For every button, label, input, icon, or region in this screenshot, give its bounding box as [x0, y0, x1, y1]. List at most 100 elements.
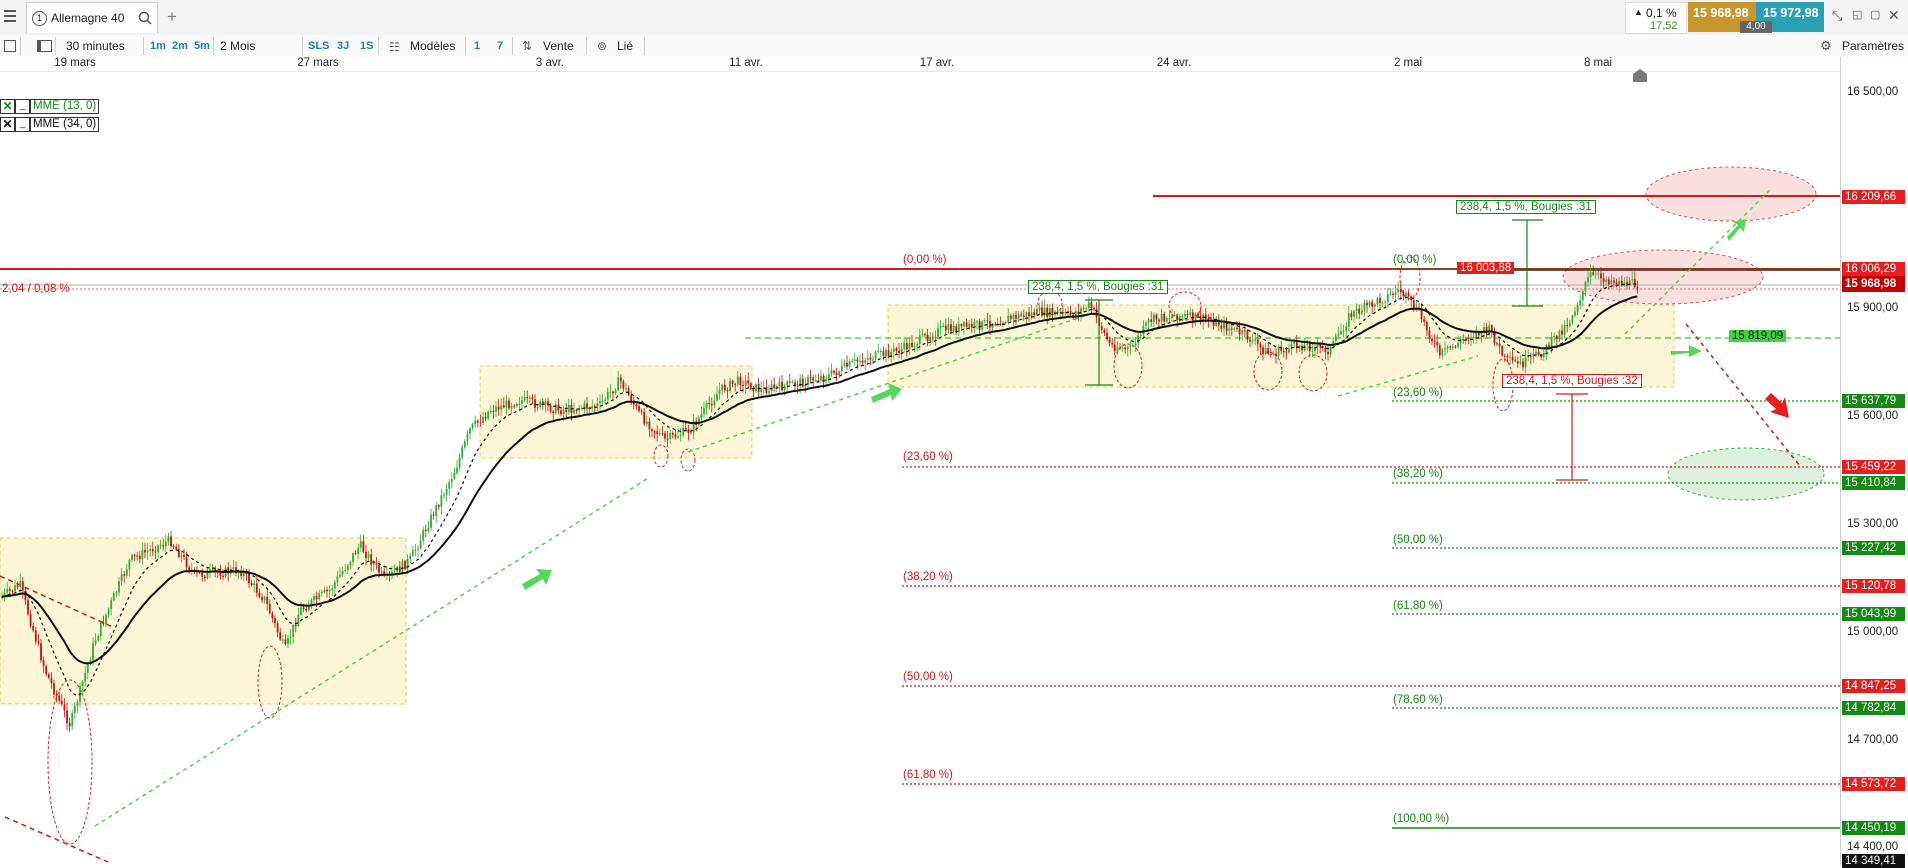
price-axis-label: 16 500,00 — [1847, 86, 1899, 98]
settings-button[interactable]: Paramètres — [1842, 35, 1904, 57]
candle-body — [820, 376, 822, 381]
candle-body — [281, 639, 284, 641]
candle-body — [172, 546, 175, 548]
candle-body — [435, 505, 438, 516]
candle-body — [50, 677, 53, 684]
candle-body — [664, 433, 666, 439]
candle-body — [1106, 332, 1108, 340]
close-icon[interactable]: ✕ — [0, 99, 15, 114]
candle-body — [1150, 319, 1153, 322]
candle-body — [422, 529, 425, 541]
candle-body — [1132, 344, 1134, 346]
candle-body — [872, 359, 874, 361]
candle-body — [911, 342, 913, 347]
candle-body — [1046, 307, 1049, 318]
candle-body — [162, 545, 165, 547]
candle-body — [593, 406, 596, 408]
candle-body — [721, 384, 724, 391]
candle-body — [700, 414, 703, 418]
candle-body — [157, 545, 159, 553]
candle-body — [1384, 301, 1387, 303]
price-tag: 16 006,29 — [1842, 262, 1905, 276]
candle-body — [978, 321, 981, 330]
candle-body — [1511, 357, 1514, 361]
candle-body — [492, 411, 495, 413]
candle-body — [63, 704, 66, 711]
fib-label: (61,80 %) — [903, 769, 953, 781]
candle-body — [37, 641, 40, 644]
candle-body — [731, 380, 734, 384]
candle-body — [1171, 315, 1173, 319]
candle-body — [1282, 351, 1285, 353]
candle-body — [666, 438, 669, 440]
candle-body — [1119, 347, 1121, 349]
candle-body — [635, 404, 638, 407]
candle-body — [188, 567, 191, 571]
candle-body — [458, 457, 461, 468]
candle-body — [466, 433, 469, 442]
candle-body — [1277, 347, 1280, 357]
minimize-icon[interactable]: _ — [15, 117, 30, 132]
close-icon[interactable]: ✕ — [1888, 7, 1900, 24]
candle-body — [1516, 361, 1519, 364]
restore-icon[interactable]: ◱ — [1852, 8, 1862, 21]
candle-body — [1100, 326, 1103, 331]
candle-body — [1360, 310, 1363, 314]
candle-body — [736, 376, 739, 385]
candle-body — [1389, 293, 1392, 295]
candle-body — [752, 388, 755, 392]
candle-body — [682, 427, 685, 436]
candle-body — [1197, 313, 1199, 316]
candle-body — [539, 401, 542, 408]
candle-body — [333, 582, 336, 589]
target-ellipse — [1645, 166, 1817, 222]
candle-body — [1251, 340, 1254, 342]
target-ellipse — [1667, 447, 1825, 501]
candle-body — [1160, 313, 1163, 322]
candle-body — [528, 397, 531, 399]
candle-body — [1615, 282, 1618, 285]
candle-body — [328, 589, 331, 592]
candle-body — [1524, 357, 1527, 368]
candle-body — [167, 536, 170, 542]
candle-body — [315, 596, 318, 600]
candle-body — [331, 588, 334, 590]
candle-body — [352, 553, 354, 562]
candle-body — [788, 381, 791, 383]
candle-body — [336, 576, 339, 583]
candle-body — [1093, 308, 1095, 310]
candle-body — [1015, 315, 1017, 319]
candle-body — [1472, 337, 1475, 339]
minimize-icon[interactable]: _ — [15, 99, 30, 114]
candle-body — [1272, 353, 1275, 355]
candle-body — [58, 695, 61, 701]
candle-body — [118, 581, 120, 593]
candle-body — [619, 377, 622, 382]
candle-body — [125, 569, 128, 576]
candle-body — [414, 549, 417, 551]
price-axis-label: 14 700,00 — [1847, 734, 1899, 746]
candle-body — [1501, 346, 1504, 356]
candle-body — [144, 550, 146, 553]
candle-body — [1316, 344, 1319, 348]
candle-body — [1498, 343, 1501, 347]
candle-body — [856, 359, 859, 362]
candle-body — [596, 403, 599, 407]
candle-body — [305, 608, 308, 611]
candle-body — [1181, 315, 1184, 317]
candle-body — [1243, 330, 1246, 332]
candle-body — [656, 431, 659, 434]
candle-body — [1441, 349, 1444, 356]
price-chart[interactable] — [0, 0, 1840, 865]
candle-body — [1228, 328, 1231, 331]
candle-body — [1168, 318, 1171, 320]
candle-body — [924, 334, 926, 336]
candle-body — [1423, 319, 1426, 322]
candle-body — [1392, 293, 1394, 296]
candle-body — [300, 607, 302, 615]
close-icon[interactable]: ✕ — [0, 117, 15, 132]
candle-body — [1152, 314, 1155, 322]
candle-body — [671, 432, 674, 435]
candle-body — [1334, 335, 1337, 342]
window-icon[interactable]: ▢ — [1870, 8, 1880, 21]
